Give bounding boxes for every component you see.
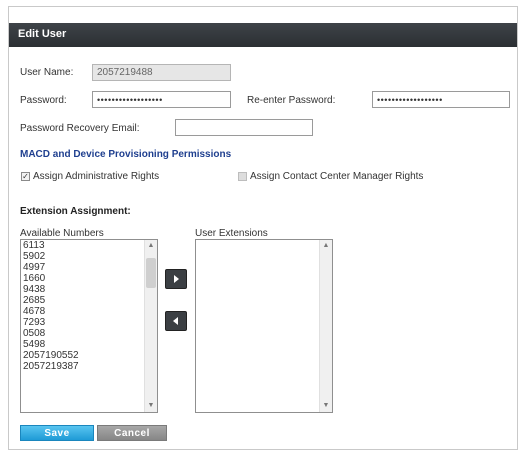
arrow-left-icon: [173, 317, 178, 325]
available-list-scrollbar[interactable]: ▲ ▼: [144, 240, 157, 412]
user-name-field: 2057219488: [92, 64, 231, 81]
list-item[interactable]: 4678: [21, 306, 157, 317]
cancel-button[interactable]: Cancel: [97, 425, 167, 441]
list-item[interactable]: 1660: [21, 273, 157, 284]
scroll-up-icon[interactable]: ▲: [322, 242, 330, 250]
user-name-label: User Name:: [20, 67, 74, 78]
scroll-up-icon[interactable]: ▲: [147, 242, 155, 250]
recovery-email-field[interactable]: [175, 119, 313, 136]
contact-center-rights-checkbox[interactable]: [238, 172, 247, 181]
user-extensions-scrollbar[interactable]: ▲ ▼: [319, 240, 332, 412]
scroll-down-icon[interactable]: ▼: [147, 402, 155, 410]
dialog-top-strip: [9, 7, 517, 17]
available-numbers-list[interactable]: 6113 5902 4997 1660 9438 2685 4678 7293 …: [20, 239, 158, 413]
scroll-down-icon[interactable]: ▼: [322, 402, 330, 410]
dialog-title: Edit User: [18, 28, 67, 40]
list-item[interactable]: 2057219387: [21, 361, 157, 372]
list-item[interactable]: 9438: [21, 284, 157, 295]
admin-rights-label: Assign Administrative Rights: [33, 171, 160, 182]
arrow-right-icon: [174, 275, 179, 283]
password-label: Password:: [20, 95, 67, 106]
list-item[interactable]: 5498: [21, 339, 157, 350]
extension-assignment-heading: Extension Assignment:: [20, 206, 131, 217]
list-item[interactable]: 0508: [21, 328, 157, 339]
permissions-section-title: MACD and Device Provisioning Permissions: [20, 149, 232, 160]
available-numbers-label: Available Numbers: [20, 228, 104, 239]
reenter-password-field[interactable]: ••••••••••••••••••: [372, 91, 510, 108]
move-left-button[interactable]: [165, 311, 187, 331]
reenter-password-label: Re-enter Password:: [247, 95, 336, 106]
recovery-email-label: Password Recovery Email:: [20, 123, 140, 134]
list-item[interactable]: 4997: [21, 262, 157, 273]
user-extensions-list[interactable]: ▲ ▼: [195, 239, 333, 413]
password-field[interactable]: ••••••••••••••••••: [92, 91, 231, 108]
list-item[interactable]: 2057190552: [21, 350, 157, 361]
move-right-button[interactable]: [165, 269, 187, 289]
admin-rights-checkbox[interactable]: ✓: [21, 172, 30, 181]
scroll-thumb[interactable]: [146, 258, 156, 288]
contact-center-rights-label: Assign Contact Center Manager Rights: [250, 171, 424, 182]
edit-user-dialog: Edit User User Name: 2057219488 Password…: [8, 6, 518, 450]
list-item[interactable]: 5902: [21, 251, 157, 262]
list-item[interactable]: 7293: [21, 317, 157, 328]
user-extensions-label: User Extensions: [195, 228, 268, 239]
list-item[interactable]: 6113: [21, 240, 157, 251]
dialog-titlebar: Edit User: [9, 23, 517, 47]
list-item[interactable]: 2685: [21, 295, 157, 306]
save-button[interactable]: Save: [20, 425, 94, 441]
